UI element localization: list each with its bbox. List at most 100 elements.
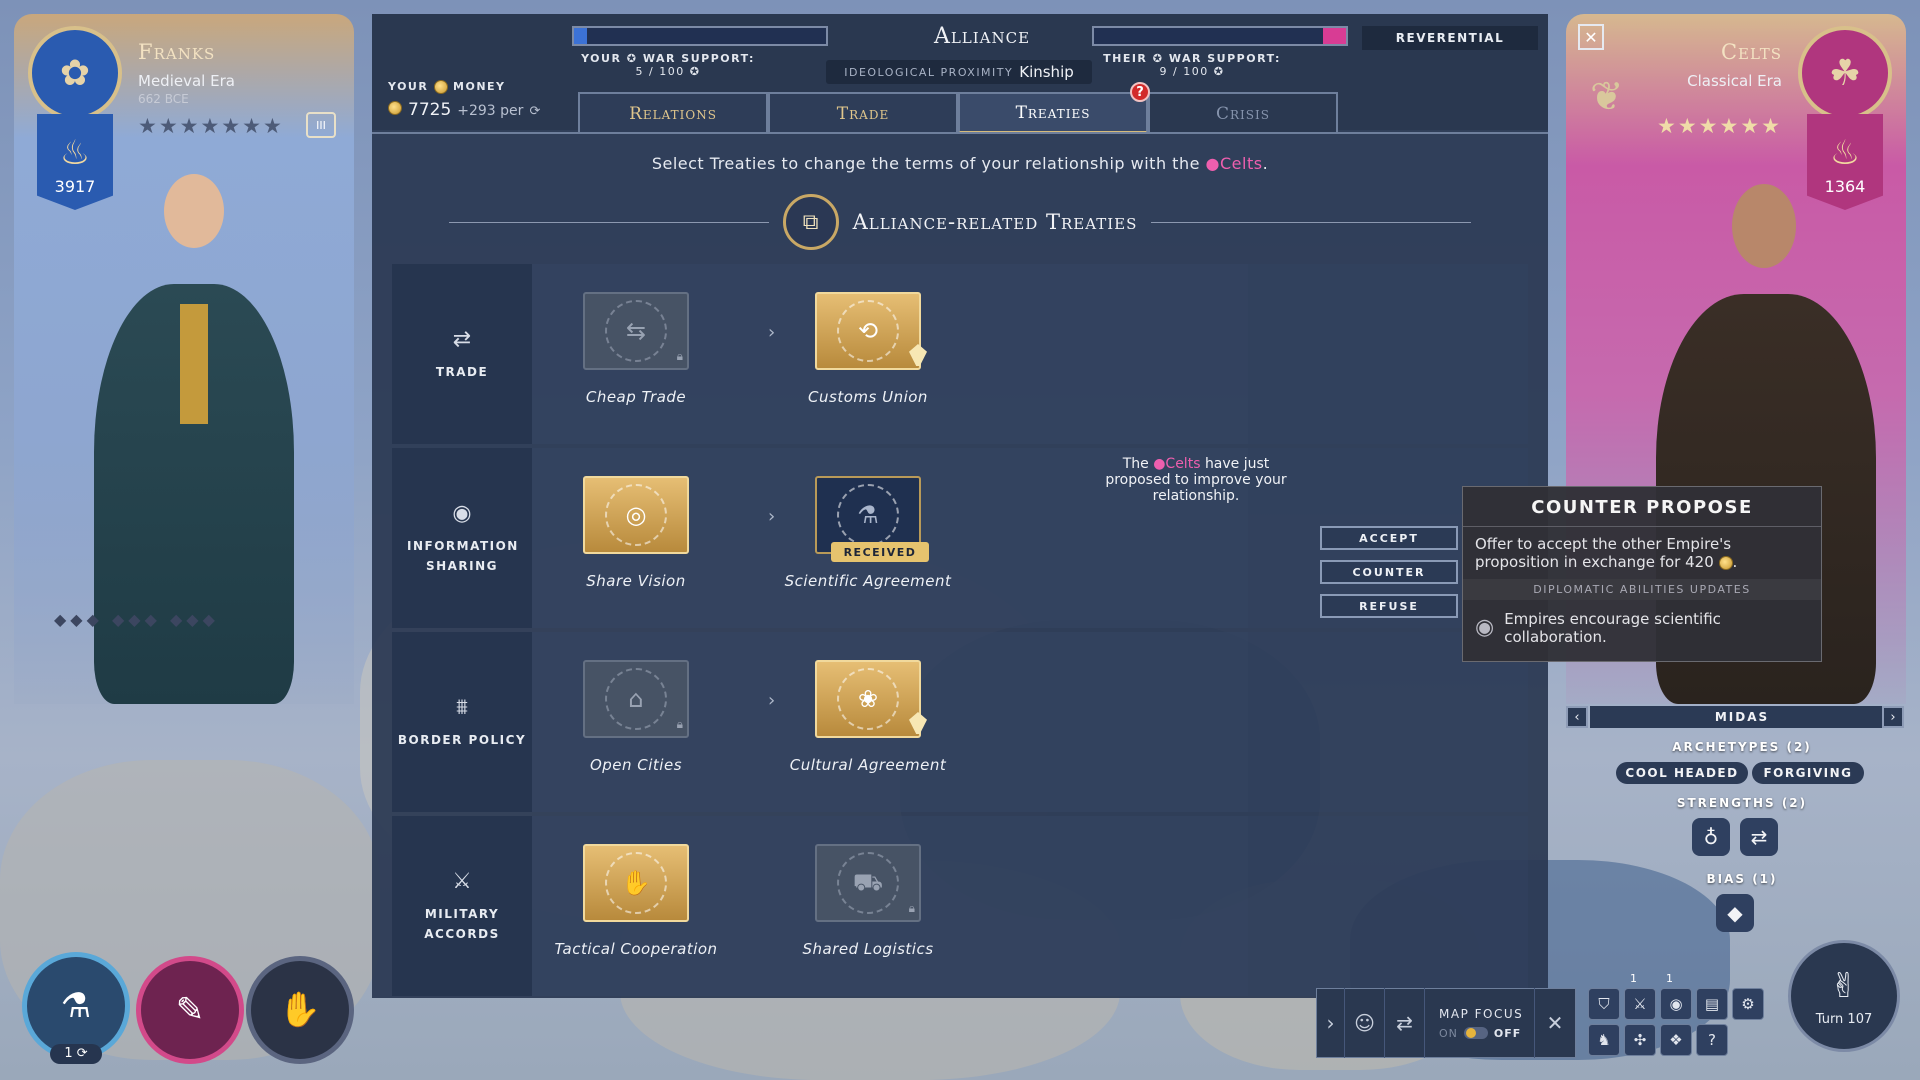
chevron-right-icon: ›: [1890, 709, 1896, 725]
treaty-card[interactable]: ⌂ 🔒︎: [583, 660, 689, 738]
money-your-label: YOUR: [388, 80, 429, 93]
proposal-celts: Celts: [1165, 456, 1201, 472]
exchange-view-button[interactable]: ⇄: [1385, 988, 1425, 1058]
alert-badge[interactable]: ?: [1130, 82, 1150, 102]
your-war-support-bar: [572, 26, 828, 46]
leader-view-button[interactable]: ☺: [1345, 988, 1385, 1058]
persona-prev-button[interactable]: ‹: [1566, 706, 1588, 728]
category-military-accords: ⚔ MILITARY ACCORDS: [392, 816, 532, 996]
circular-arrows-icon: ⟲: [837, 300, 899, 362]
lock-icon: 🔒︎: [676, 717, 683, 731]
proposal-before: The: [1122, 456, 1149, 472]
instruction-celts: Celts: [1220, 154, 1263, 173]
treaty-row-trade: ⇄ TRADE ⇆ 🔒︎ Cheap Trade › ⟲ Customs Unio…: [392, 264, 1528, 444]
row-extra-area: [1248, 264, 1528, 444]
toggle-switch[interactable]: [1463, 1027, 1488, 1039]
handshake-icon: ✋: [605, 852, 667, 914]
help-icon[interactable]: ?: [1696, 1024, 1728, 1056]
treaty-tactical-cooperation[interactable]: ✋ Tactical Cooperation: [546, 844, 726, 958]
treaty-card[interactable]: ✋: [583, 844, 689, 922]
treaty-shared-logistics[interactable]: ⛟ 🔒︎ Shared Logistics: [778, 844, 958, 958]
tooltip-title: COUNTER PROPOSE: [1463, 487, 1821, 527]
treaty-row-border-policy: ⩩ BORDER POLICY ⌂ 🔒︎ Open Cities › ❀ Cult…: [392, 632, 1528, 812]
accept-button[interactable]: ACCEPT: [1320, 526, 1458, 550]
nodes-icon[interactable]: ✣: [1624, 1024, 1656, 1056]
tool-count: 1: [1630, 972, 1637, 985]
strength-trade-icon[interactable]: ⇄: [1740, 818, 1778, 856]
treaty-name: Open Cities: [589, 756, 683, 774]
turn-icon: ⟳: [76, 1046, 88, 1061]
persona-name: MIDAS: [1590, 706, 1894, 728]
dialog-header: Alliance REVERENTIAL YOUR ✪ WAR SUPPORT:…: [372, 14, 1548, 134]
expand-button[interactable]: ›: [1317, 988, 1345, 1058]
archetype-cool-headed[interactable]: COOL HEADED: [1616, 762, 1748, 784]
coin-icon: [388, 101, 402, 115]
instruction-before: Select Treaties to change the terms of y…: [651, 154, 1200, 173]
tab-crisis[interactable]: Crisis: [1148, 92, 1338, 134]
book-icon[interactable]: ▤: [1696, 988, 1728, 1020]
alliance-treaties-icon: ⧉: [782, 194, 839, 250]
treaty-card[interactable]: ❀: [815, 660, 927, 738]
shield-icon[interactable]: ⛉: [1588, 988, 1620, 1020]
treaty-name: Tactical Cooperation: [554, 940, 718, 958]
tool-count: 1: [1666, 972, 1673, 985]
refuse-button[interactable]: REFUSE: [1320, 594, 1458, 618]
unit-icon[interactable]: ♞: [1588, 1024, 1620, 1056]
treaty-card[interactable]: ◎: [583, 476, 689, 554]
treaty-cheap-trade[interactable]: ⇆ 🔒︎ Cheap Trade: [546, 292, 726, 406]
influence-icon: ♨: [1829, 133, 1861, 173]
their-label: THEIR: [1103, 52, 1148, 65]
treaty-card[interactable]: ⇆ 🔒︎: [583, 292, 689, 370]
influence-banner: ♨ 3917: [37, 114, 113, 210]
flask-icon: ⚗: [60, 986, 92, 1026]
treaty-cultural-agreement[interactable]: ❀ Cultural Agreement: [778, 660, 958, 774]
tab-relations[interactable]: Relations: [578, 92, 768, 134]
bias-diamond-icon[interactable]: ◆: [1716, 894, 1754, 932]
turn-icon: ⟳: [529, 104, 541, 119]
strength-science-icon[interactable]: ♁: [1692, 818, 1730, 856]
war-support-icon: ✪: [626, 52, 638, 65]
sword-icon[interactable]: ⚔: [1624, 988, 1656, 1020]
coin-icon: [1718, 555, 1733, 570]
treaty-customs-union[interactable]: ⟲ Customs Union: [778, 292, 958, 406]
cluster-icon[interactable]: ❖: [1660, 1024, 1692, 1056]
player-year: 662 BCE: [138, 92, 189, 106]
tab-trade[interactable]: Trade: [768, 92, 958, 134]
your-war-support: YOUR ✪ WAR SUPPORT: 5 / 100 ✪: [548, 52, 788, 78]
tooltip-body: Offer to accept the other Empire's propo…: [1475, 535, 1738, 571]
scroll-icon: ✎: [175, 990, 205, 1030]
leader-head: [1732, 184, 1796, 268]
received-badge: RECEIVED: [831, 542, 929, 562]
end-turn-button[interactable]: ✌ Turn 107: [1788, 940, 1900, 1052]
gear-icon[interactable]: ⚙: [1732, 988, 1764, 1020]
player-emblem: ✿ ♨ 3917: [28, 26, 122, 210]
opponent-era: Classical Era: [1687, 72, 1782, 90]
eye-icon[interactable]: ◉: [1660, 988, 1692, 1020]
faith-button[interactable]: ✋: [246, 956, 354, 1064]
ideological-proximity: IDEOLOGICAL PROXIMITY Kinship: [826, 60, 1092, 84]
treaty-scientific-agreement[interactable]: ⚗ RECEIVED Scientific Agreement: [778, 476, 958, 590]
treaty-share-vision[interactable]: ◎ Share Vision: [546, 476, 726, 590]
flask-icon: ⚗: [837, 484, 899, 546]
war-support-icon: ✪: [1152, 52, 1164, 65]
chevron-right-icon: ›: [768, 506, 776, 527]
map-focus-toggle[interactable]: MAP FOCUS ON OFF: [1425, 988, 1535, 1058]
tooltip-subheader: DIPLOMATIC ABILITIES UPDATES: [1463, 579, 1821, 600]
counter-button[interactable]: COUNTER: [1320, 560, 1458, 584]
war-support-icon: ✪: [689, 65, 701, 78]
player-era: Medieval Era: [138, 72, 235, 90]
culture-button[interactable]: ✎: [136, 956, 244, 1064]
archetype-forgiving[interactable]: FORGIVING: [1752, 762, 1864, 784]
eye-hand-icon: ◎: [605, 484, 667, 546]
tab-treaties[interactable]: Treaties: [958, 92, 1148, 134]
close-icon: ✕: [1546, 1011, 1564, 1035]
treaty-card[interactable]: ⟲: [815, 292, 927, 370]
close-map-focus-button[interactable]: ✕: [1535, 988, 1575, 1058]
treaty-card[interactable]: ⚗ RECEIVED: [815, 476, 929, 562]
treaty-open-cities[interactable]: ⌂ 🔒︎ Open Cities: [546, 660, 726, 774]
close-button[interactable]: ✕: [1578, 24, 1604, 50]
person-icon: ☺: [1354, 1011, 1375, 1035]
player-rank-badge[interactable]: III: [306, 112, 336, 138]
treaty-card[interactable]: ⛟ 🔒︎: [815, 844, 921, 922]
persona-next-button[interactable]: ›: [1882, 706, 1904, 728]
